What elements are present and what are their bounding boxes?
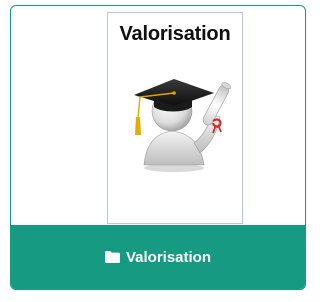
graduate-illustration: [134, 79, 232, 172]
footer-label-group[interactable]: Valorisation: [104, 248, 212, 266]
footer-label: Valorisation: [125, 248, 212, 266]
folder-icon: [104, 251, 120, 263]
card-thumbnail[interactable]: Valorisation: [107, 12, 243, 224]
thumbnail-title: Valorisation: [119, 23, 231, 45]
valorisation-card[interactable]: Valorisation Valorisation: [10, 5, 306, 290]
card-footer[interactable]: Valorisation: [11, 225, 305, 289]
